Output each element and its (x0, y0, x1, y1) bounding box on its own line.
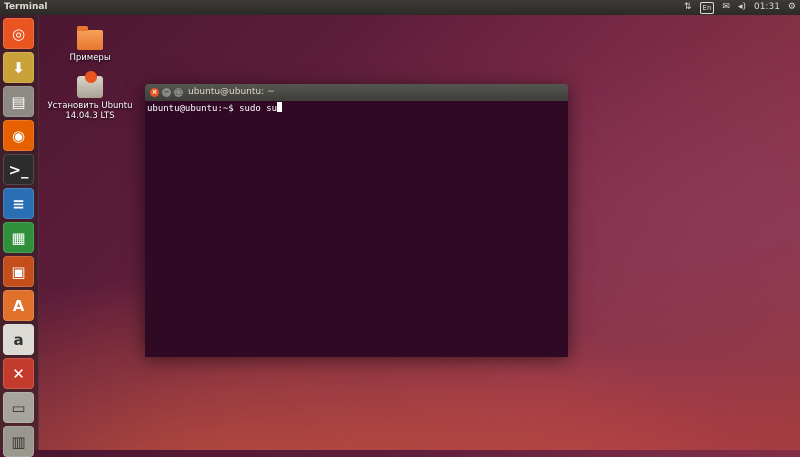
ubuntu-logo: ◎ (11, 24, 26, 43)
maximize-button[interactable]: □ (174, 88, 183, 97)
calc-icon: ▦ (11, 228, 26, 247)
terminal-icon: >_ (8, 160, 29, 179)
software-center-icon: A (12, 296, 25, 315)
terminal-window[interactable]: × − □ ubuntu@ubuntu: ~ ubuntu@ubuntu:~$ … (145, 84, 568, 357)
writer-icon: ≡ (12, 194, 25, 213)
launcher-item-dash[interactable]: ◎ (3, 18, 34, 49)
launcher-item-amazon[interactable]: a (3, 324, 34, 355)
launcher-item-files[interactable]: ▤ (3, 86, 34, 117)
indicator-area: ⇅ En ✉ ◂) 01:31 ⚙ (684, 0, 796, 15)
desktop-folder-examples[interactable]: Примеры (68, 26, 112, 63)
shell-prompt: ubuntu@ubuntu:~$ (147, 104, 240, 114)
text-cursor (277, 102, 283, 112)
launcher-item-trash[interactable]: ▥ (3, 426, 34, 457)
settings-icon: ✕ (12, 364, 25, 383)
launcher: ◎ ⬇ ▤ ◉ >_ ≡ ▦ ▣ Aa ✕ ▭ ▥ (0, 15, 39, 457)
network-icon[interactable]: ⇅ (684, 0, 692, 15)
launcher-item-settings[interactable]: ✕ (3, 358, 34, 389)
amazon-icon: a (13, 330, 24, 349)
desktop-installer[interactable]: Установить Ubuntu 14.04.3 LTS (46, 71, 134, 121)
terminal-body[interactable]: ubuntu@ubuntu:~$ sudo su (145, 101, 568, 357)
installer-icon: ⬇ (12, 58, 25, 77)
minimize-button[interactable]: − (162, 88, 171, 97)
desktop-folder-label: Примеры (69, 53, 111, 63)
launcher-item-firefox[interactable]: ◉ (3, 120, 34, 151)
launcher-item-impress[interactable]: ▣ (3, 256, 34, 287)
installer-label-line1: Установить Ubuntu (47, 101, 133, 111)
launcher-item-calc[interactable]: ▦ (3, 222, 34, 253)
launcher-item-writer[interactable]: ≡ (3, 188, 34, 219)
launcher-item-install[interactable]: ⬇ (3, 52, 34, 83)
top-panel: Terminal ⇅ En ✉ ◂) 01:31 ⚙ (0, 0, 800, 15)
command-text: sudo su (239, 104, 278, 114)
active-app-title: Terminal (4, 2, 48, 12)
installer-icon (77, 71, 103, 98)
drive-icon: ▭ (11, 398, 26, 417)
files-icon: ▤ (11, 92, 26, 111)
folder-icon (77, 26, 103, 50)
launcher-item-terminal[interactable]: >_ (3, 154, 34, 185)
gear-icon[interactable]: ⚙ (788, 0, 796, 15)
clock[interactable]: 01:31 (754, 0, 780, 15)
terminal-title: ubuntu@ubuntu: ~ (188, 87, 275, 97)
volume-icon[interactable]: ◂) (738, 0, 746, 15)
terminal-titlebar[interactable]: × − □ ubuntu@ubuntu: ~ (145, 84, 568, 101)
mail-icon[interactable]: ✉ (722, 0, 730, 15)
launcher-item-software-center[interactable]: A (3, 290, 34, 321)
firefox-icon: ◉ (11, 126, 26, 145)
impress-icon: ▣ (11, 262, 26, 281)
launcher-item-drive[interactable]: ▭ (3, 392, 34, 423)
close-button[interactable]: × (150, 88, 159, 97)
installer-label-line2: 14.04.3 LTS (65, 111, 115, 121)
keyboard-layout-indicator[interactable]: En (699, 1, 715, 14)
trash-icon: ▥ (11, 432, 26, 451)
